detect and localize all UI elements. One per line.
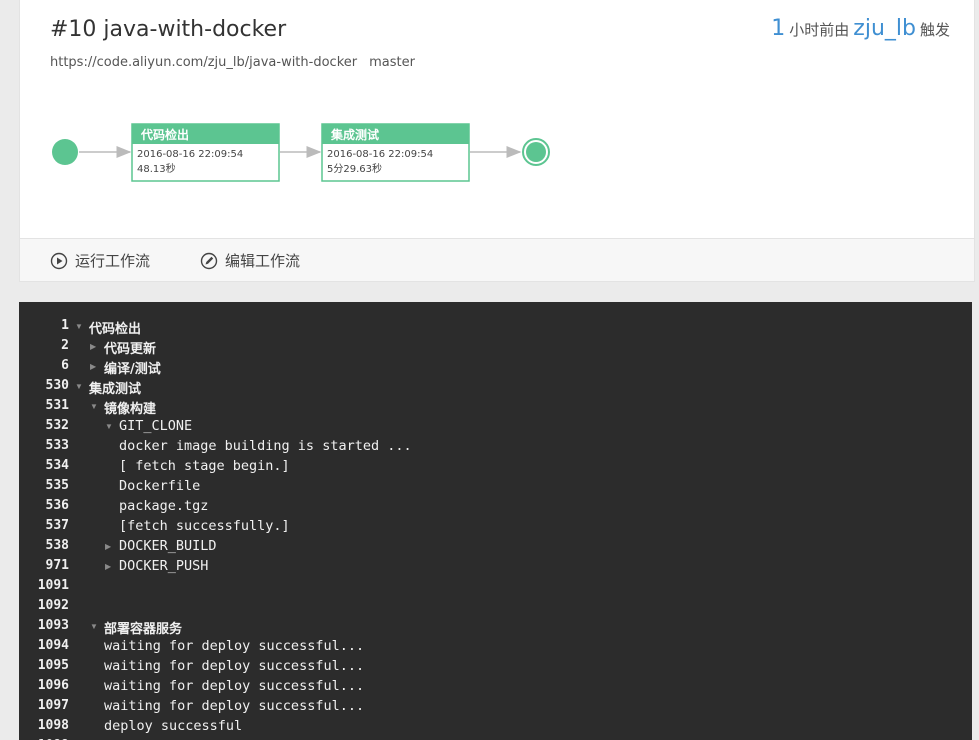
log-section-title: 部署容器服务	[104, 622, 183, 637]
line-number: 1091	[37, 578, 69, 593]
run-workflow-button[interactable]: 运行工作流	[50, 250, 150, 271]
log-line[interactable]: 2 ▶ 代码更新	[19, 338, 972, 358]
edit-workflow-button[interactable]: 编辑工作流	[200, 250, 300, 271]
log-text: waiting for deploy successful...	[104, 658, 365, 674]
action-bar: 运行工作流 编辑工作流	[20, 238, 974, 281]
log-line: 1091	[19, 578, 972, 598]
log-text: waiting for deploy successful...	[104, 638, 365, 654]
collapse-toggle-icon[interactable]: ▼	[90, 402, 98, 411]
collapse-toggle-icon[interactable]: ▼	[75, 382, 83, 391]
stage-name: 代码检出	[140, 127, 189, 142]
line-number: 1095	[37, 658, 69, 673]
log-text: [ fetch stage begin.]	[119, 458, 290, 474]
log-line: 535 Dockerfile	[19, 478, 972, 498]
log-text: waiting for deploy successful...	[104, 678, 365, 694]
line-number: 531	[45, 398, 69, 413]
console-log[interactable]: 1 ▼ 代码检出 2 ▶ 代码更新 6 ▶ 编译/测试 530 ▼ 集成测试 531 ▼ 镜像构建 532 ▼ G…	[19, 302, 972, 740]
log-section-title: 镜像构建	[104, 402, 157, 417]
log-line[interactable]: 530 ▼ 集成测试	[19, 378, 972, 398]
log-section-title: 代码检出	[89, 322, 142, 337]
log-line[interactable]: 6 ▶ 编译/测试	[19, 358, 972, 378]
log-line: 1097 waiting for deploy successful...	[19, 698, 972, 718]
line-number: 971	[45, 558, 69, 573]
log-section-title: 集成测试	[89, 382, 142, 397]
log-line[interactable]: 1093 ▼ 部署容器服务	[19, 618, 972, 638]
line-number: 1096	[37, 678, 69, 693]
collapse-toggle-icon[interactable]: ▼	[90, 622, 98, 631]
log-line: 1092	[19, 598, 972, 618]
log-line: 1098 deploy successful	[19, 718, 972, 738]
log-text: DOCKER_BUILD	[119, 538, 217, 554]
collapse-toggle-icon[interactable]: ▼	[75, 322, 83, 331]
log-text: package.tgz	[119, 498, 209, 514]
line-number: 6	[61, 358, 69, 373]
log-line[interactable]: 532 ▼ GIT_CLONE	[19, 418, 972, 438]
line-number: 1097	[37, 698, 69, 713]
log-section-title: 编译/测试	[104, 362, 161, 377]
stage-name: 集成测试	[330, 127, 379, 142]
log-line[interactable]: 538 ▶ DOCKER_BUILD	[19, 538, 972, 558]
log-text: deploy successful	[104, 718, 243, 734]
log-line: 1094 waiting for deploy successful...	[19, 638, 972, 658]
line-number: 1093	[37, 618, 69, 633]
line-number: 532	[45, 418, 69, 433]
run-workflow-label: 运行工作流	[75, 252, 151, 270]
log-line: 534 [ fetch stage begin.]	[19, 458, 972, 478]
expand-toggle-icon[interactable]: ▶	[90, 342, 96, 351]
log-line: 536 package.tgz	[19, 498, 972, 518]
log-section-title: 代码更新	[104, 342, 157, 357]
log-line: 1095 waiting for deploy successful...	[19, 658, 972, 678]
expand-toggle-icon[interactable]: ▶	[90, 362, 96, 371]
line-number: 1094	[37, 638, 69, 653]
line-number: 1092	[37, 598, 69, 613]
log-line: 1096 waiting for deploy successful...	[19, 678, 972, 698]
line-number: 530	[45, 378, 69, 393]
stage-box-checkout[interactable]: 代码检出 2016-08-16 22:09:54 48.13秒	[131, 123, 280, 182]
stage-duration: 5分29.63秒	[327, 162, 382, 175]
line-number: 2	[61, 338, 69, 353]
expand-toggle-icon[interactable]: ▶	[105, 562, 111, 571]
stage-duration: 48.13秒	[137, 162, 176, 175]
stage-time: 2016-08-16 22:09:54	[137, 149, 243, 160]
collapse-toggle-icon[interactable]: ▼	[105, 422, 113, 431]
pipeline-end-node	[522, 138, 550, 166]
pipeline-start-node	[52, 139, 78, 165]
log-line[interactable]: 1 ▼ 代码检出	[19, 318, 972, 338]
edit-workflow-label: 编辑工作流	[225, 252, 301, 270]
line-number: 535	[45, 478, 69, 493]
log-line: 537 [fetch successfully.]	[19, 518, 972, 538]
log-text: docker image building is started ...	[119, 438, 412, 454]
line-number: 537	[45, 518, 69, 533]
line-number: 533	[45, 438, 69, 453]
stage-time: 2016-08-16 22:09:54	[327, 149, 433, 160]
log-text: GIT_CLONE	[119, 418, 193, 434]
play-circle-icon	[50, 252, 68, 269]
log-line[interactable]: 971 ▶ DOCKER_PUSH	[19, 558, 972, 578]
line-number: 538	[45, 538, 69, 553]
log-text: Dockerfile	[119, 478, 201, 494]
edit-circle-icon	[200, 252, 218, 269]
expand-toggle-icon[interactable]: ▶	[105, 542, 111, 551]
line-number: 536	[45, 498, 69, 513]
pipeline-diagram: 代码检出 2016-08-16 22:09:54 48.13秒 集成测试 201…	[52, 123, 550, 182]
log-text: waiting for deploy successful...	[104, 698, 365, 714]
build-card: #10 java-with-docker https://code.aliyun…	[19, 0, 975, 282]
log-text: [fetch successfully.]	[119, 518, 290, 534]
stage-box-integration-test[interactable]: 集成测试 2016-08-16 22:09:54 5分29.63秒	[321, 123, 470, 182]
line-number: 1	[61, 318, 69, 333]
log-line[interactable]: 531 ▼ 镜像构建	[19, 398, 972, 418]
log-text: DOCKER_PUSH	[119, 558, 209, 574]
line-number: 1098	[37, 718, 69, 733]
log-line: 533 docker image building is started ...	[19, 438, 972, 458]
line-number: 534	[45, 458, 69, 473]
